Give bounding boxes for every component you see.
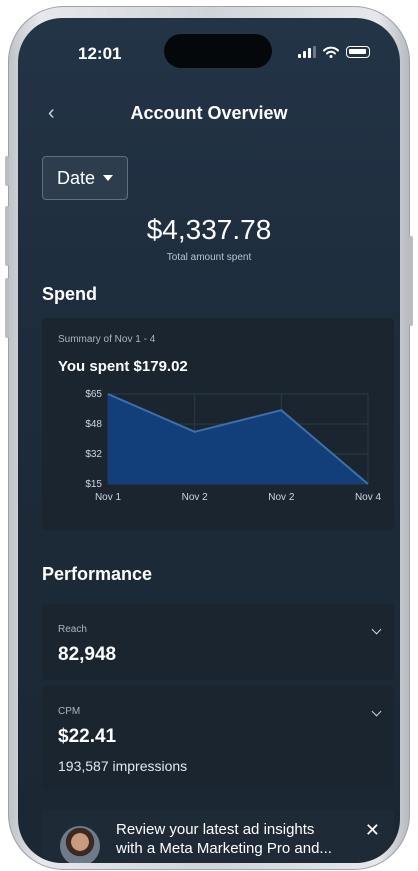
impressions-text: 193,587 impressions [58, 758, 188, 774]
performance-heading: Performance [42, 564, 153, 584]
promo-banner[interactable]: Review your latest ad insights with a Me… [42, 810, 394, 863]
reach-value: 82,948 [58, 644, 117, 665]
volume-up-button [5, 206, 9, 266]
reach-label: Reach [58, 624, 87, 635]
cpm-label: CPM [58, 706, 81, 717]
wifi-icon [323, 46, 339, 58]
reach-card[interactable]: Reach 82,948 [42, 604, 394, 680]
x-tick-label: Nov 2 [268, 492, 295, 503]
date-filter-label: Date [56, 167, 96, 188]
date-filter-button[interactable]: Date [42, 156, 128, 200]
caret-down-icon [103, 175, 114, 181]
spend-chart: $65 $48 $32 $15 Nov 1 Nov 2 Nov 2 Nov 4 [85, 389, 382, 503]
y-tick-label: $32 [85, 449, 102, 460]
spend-area [108, 394, 368, 484]
status-time: 12:01 [78, 44, 122, 63]
battery-icon [346, 46, 370, 58]
y-tick-label: $15 [85, 479, 102, 490]
banner-text: Review your latest ad insights with a Me… [116, 821, 332, 857]
total-amount-label: Total amount spent [166, 252, 252, 263]
spend-total: You spent $179.02 [58, 358, 188, 375]
spend-heading: Spend [42, 284, 98, 304]
action-button [5, 156, 9, 186]
screen: 12:01 ‹ Account Overview Date $4,337.78 … [18, 18, 400, 863]
dynamic-island [164, 34, 272, 68]
x-tick-label: Nov 2 [182, 492, 209, 503]
chevron-down-icon[interactable] [371, 706, 382, 717]
spend-card: Summary of Nov 1 - 4 You spent $179.02 $… [42, 318, 394, 530]
y-tick-label: $48 [85, 419, 102, 430]
x-tick-label: Nov 1 [95, 492, 122, 503]
page-title: Account Overview [130, 103, 288, 123]
cpm-card[interactable]: CPM $22.41 193,587 impressions [42, 686, 394, 790]
avatar [60, 826, 100, 863]
close-icon[interactable]: ✕ [365, 820, 380, 841]
cpm-value: $22.41 [58, 726, 117, 747]
total-amount: $4,337.78 [146, 214, 272, 245]
spend-summary: Summary of Nov 1 - 4 [58, 334, 156, 345]
signal-icon [298, 46, 316, 58]
power-button [409, 236, 413, 326]
chevron-down-icon[interactable] [371, 624, 382, 635]
volume-down-button [5, 278, 9, 338]
status-icons [298, 46, 370, 58]
y-tick-label: $65 [85, 389, 102, 400]
x-tick-label: Nov 4 [355, 492, 382, 503]
